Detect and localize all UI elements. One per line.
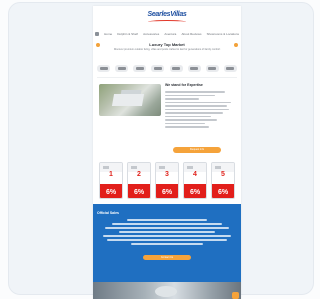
text-line <box>165 126 209 128</box>
offer-number: 1 <box>109 171 113 178</box>
blue-section-heading: Official Sales <box>97 211 119 215</box>
hero-subtitle: Discover premium outdoor living, villas … <box>113 48 221 51</box>
card-tag <box>187 166 193 169</box>
contact-us-button[interactable]: Contact Us <box>143 255 191 260</box>
brand-logo[interactable] <box>205 64 219 72</box>
text-line <box>165 98 199 100</box>
offer-number: 5 <box>221 171 225 178</box>
chat-icon[interactable] <box>232 292 239 299</box>
brand-logo[interactable] <box>169 64 183 72</box>
nav-item[interactable]: Accessories <box>143 32 159 36</box>
nav-item[interactable]: Dolphin & Shelf <box>117 32 138 36</box>
request-info-button[interactable]: Request Info <box>173 147 221 153</box>
text-line <box>165 101 231 103</box>
brand-mark-icon <box>226 66 235 70</box>
logo-swoosh-icon <box>148 20 186 24</box>
text-line <box>105 227 229 229</box>
feature-body <box>165 91 237 130</box>
brand-mark-icon <box>172 66 181 70</box>
brand-mark-icon <box>117 66 126 70</box>
brand-logo[interactable] <box>97 64 110 72</box>
offer-card[interactable]: 1 6% <box>99 162 123 199</box>
offer-percent: 6% <box>105 189 117 196</box>
text-line <box>165 91 225 93</box>
blue-section-body <box>101 219 233 247</box>
main-nav: Home Dolphin & Shelf Accessories Aventur… <box>95 30 239 38</box>
feature-title: We stand for Expertise <box>165 83 203 87</box>
brand-logo[interactable] <box>115 64 129 72</box>
text-line <box>165 119 217 121</box>
divider <box>97 77 237 78</box>
hero-title: Luxury Top Market <box>149 42 185 47</box>
bottom-photo-highlight <box>155 286 177 297</box>
text-line <box>127 219 207 221</box>
home-icon[interactable] <box>95 32 99 36</box>
offer-percent: 6% <box>133 189 145 196</box>
text-line <box>165 105 227 107</box>
text-line <box>131 243 203 245</box>
offer-card[interactable]: 2 6% <box>127 162 151 199</box>
text-line <box>103 235 231 237</box>
brand-mark-icon <box>208 66 217 70</box>
website-preview: SearlesVillas Home Dolphin & Shelf Acces… <box>93 6 241 299</box>
card-tag <box>215 166 221 169</box>
logo-text: SearlesVillas <box>147 11 187 18</box>
brand-mark-icon <box>190 66 199 70</box>
nav-item[interactable]: About Reviews <box>181 32 201 36</box>
nav-item[interactable]: Showrooms & Locations <box>207 32 239 36</box>
brand-logo[interactable] <box>187 64 201 72</box>
brand-mark-icon <box>153 66 162 70</box>
site-logo[interactable]: SearlesVillas <box>142 10 192 24</box>
brand-logo[interactable] <box>223 64 237 72</box>
brand-mark-icon <box>99 66 108 70</box>
feature-photo <box>99 84 161 116</box>
text-line <box>165 94 215 96</box>
offer-card[interactable]: 4 6% <box>183 162 207 199</box>
offer-number: 2 <box>137 171 141 178</box>
building-shape <box>111 94 145 106</box>
offer-card[interactable]: 3 6% <box>155 162 179 199</box>
brand-logo[interactable] <box>151 64 165 72</box>
offer-percent: 6% <box>161 189 173 196</box>
card-tag <box>159 166 165 169</box>
card-tag <box>103 166 109 169</box>
offer-number: 4 <box>193 171 197 178</box>
offer-percent: 6% <box>217 189 229 196</box>
brand-logo-row <box>97 62 237 74</box>
brand-logo[interactable] <box>133 64 147 72</box>
text-line <box>165 115 211 117</box>
text-line <box>119 231 215 233</box>
card-tag <box>131 166 137 169</box>
text-line <box>165 122 205 124</box>
text-line <box>165 108 229 110</box>
nav-item[interactable]: Aventura <box>164 32 176 36</box>
offer-number: 3 <box>165 171 169 178</box>
offer-cards: 1 6% 2 6% 3 6% 4 6% 5 6% <box>99 162 235 200</box>
nav-item[interactable]: Home <box>104 32 112 36</box>
brand-mark-icon <box>135 66 144 70</box>
text-line <box>107 239 227 241</box>
text-line <box>112 223 222 225</box>
offer-card[interactable]: 5 6% <box>211 162 235 199</box>
text-line <box>165 112 223 114</box>
offer-percent: 6% <box>189 189 201 196</box>
